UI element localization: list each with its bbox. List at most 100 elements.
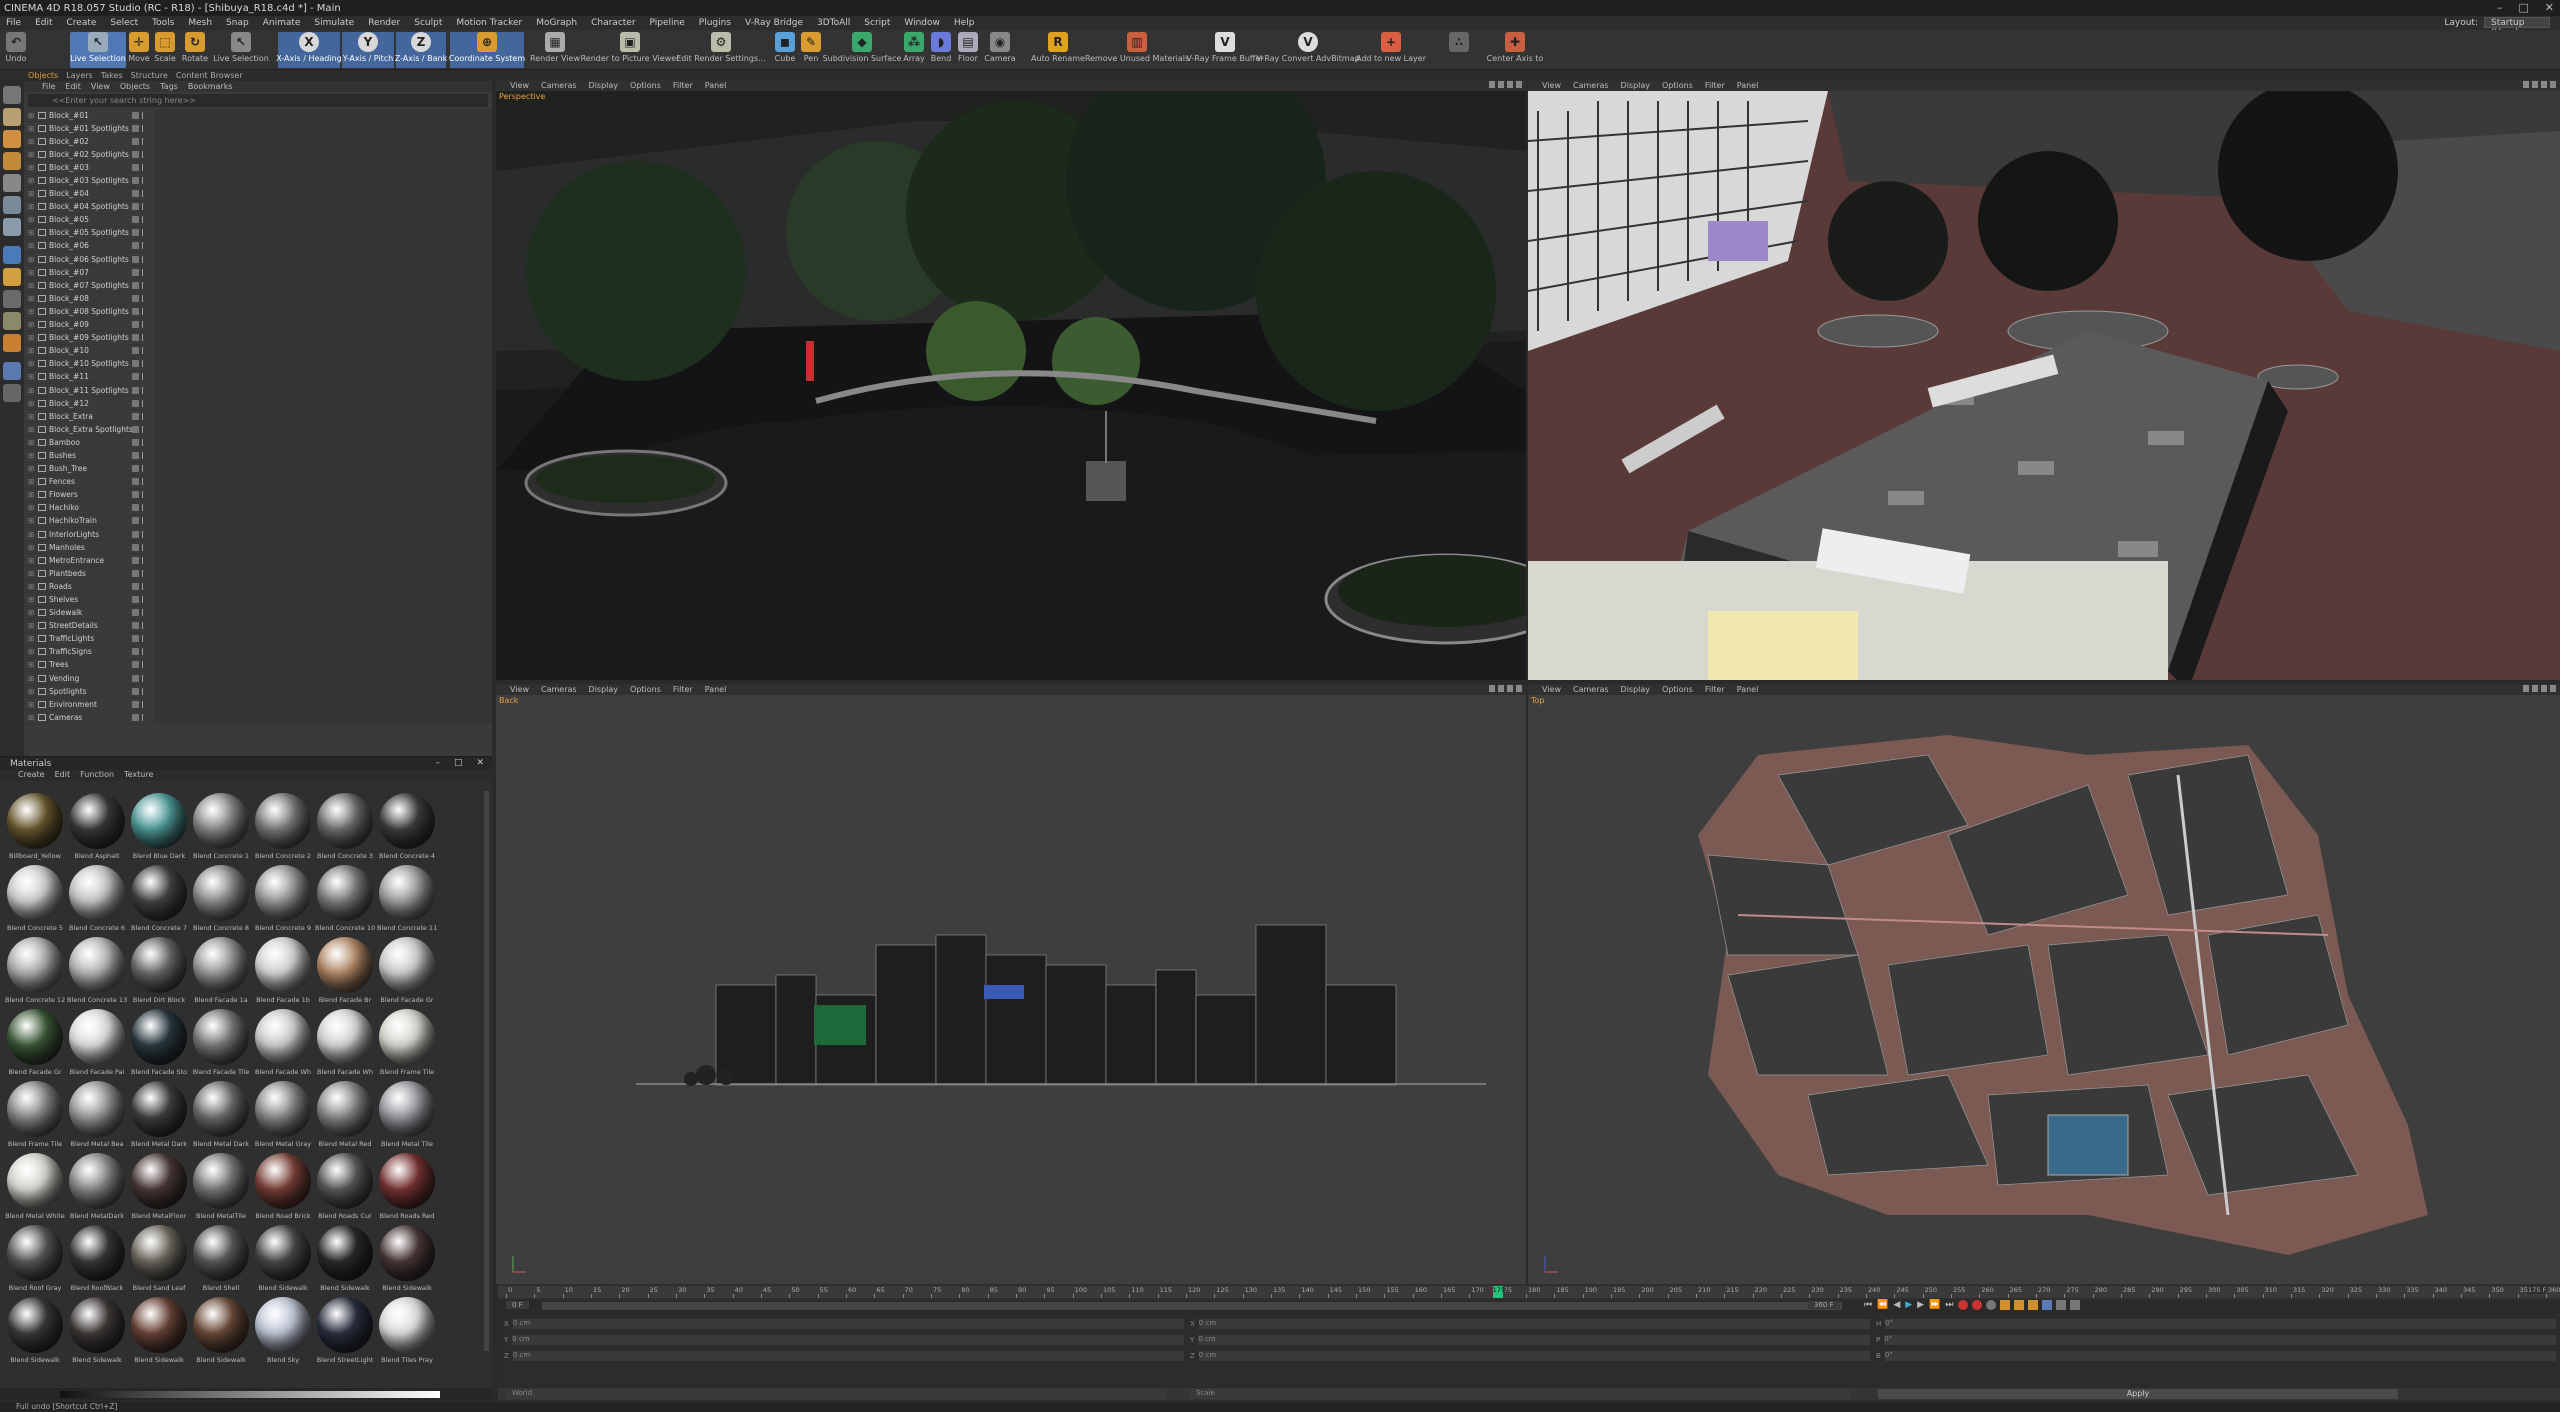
object-row[interactable]: ⊞ Block_#06 Spotlights [24,253,492,267]
visibility-dots-icon[interactable] [142,268,146,276]
autokey-icon[interactable] [1972,1300,1982,1310]
close-icon[interactable]: ✕ [2545,1,2554,14]
material-swatch[interactable]: Blend Sidewalk [314,1221,376,1293]
vp3-menu-cameras[interactable]: Cameras [541,685,577,694]
object-row[interactable]: ⊞ Block_#04 Spotlights [24,200,492,214]
material-swatch[interactable]: Blend MetalDark [66,1149,128,1221]
layer-color-icon[interactable] [132,307,139,315]
object-row[interactable]: ⊞ Block_#02 [24,135,492,149]
rot-p-field[interactable]: 0° [1884,1335,2556,1345]
expand-icon[interactable]: ⊞ [28,412,38,421]
layer-color-icon[interactable] [132,438,139,446]
object-row[interactable]: ⊞ Block_#01 [24,109,492,123]
visibility-dots-icon[interactable] [142,163,146,171]
material-swatch[interactable]: Blend Metal Red [314,1077,376,1149]
om-menu-objects[interactable]: Objects [120,82,150,91]
object-row[interactable]: ⊞ Block_#07 [24,266,492,280]
object-row[interactable]: ⊞ Environment [24,698,492,712]
material-swatch[interactable]: Blend MetalFloor [128,1149,190,1221]
object-row[interactable]: ⊞ Flowers [24,488,492,502]
object-row[interactable]: ⊞ HachikoTrain [24,514,492,528]
visibility-dots-icon[interactable] [142,491,146,499]
live-selection-button[interactable]: ↖ Live Selection [70,32,126,68]
visibility-dots-icon[interactable] [142,203,146,211]
visibility-dots-icon[interactable] [142,386,146,394]
make-editable-icon[interactable] [3,86,21,104]
minimize-icon[interactable]: – [2497,1,2503,14]
viewport-perspective[interactable]: View Cameras Display Options Filter Pane… [496,80,1526,680]
material-swatch[interactable]: Blend Facade Pai [66,1005,128,1077]
layer-color-icon[interactable] [132,190,139,198]
expand-icon[interactable]: ⊞ [28,241,38,250]
menu-mesh[interactable]: Mesh [188,18,212,28]
expand-icon[interactable]: ⊞ [28,346,38,355]
x-axis-button[interactable]: X X-Axis / Heading [276,32,342,68]
vray-frame-buffer-button[interactable]: V V-Ray Frame Buffer [1186,32,1264,68]
array-button[interactable]: ⁂ Array [902,32,926,68]
expand-icon[interactable]: ⊞ [28,582,38,591]
vp2-menu-display[interactable]: Display [1621,81,1651,90]
visibility-dots-icon[interactable] [142,111,146,119]
expand-icon[interactable]: ⊞ [28,215,38,224]
scale-button[interactable]: ⬚ Scale [154,32,176,68]
visibility-dots-icon[interactable] [142,373,146,381]
tab-objects[interactable]: Objects [28,71,58,80]
param-key-icon[interactable] [2042,1300,2052,1310]
layer-color-icon[interactable] [132,399,139,407]
visibility-dots-icon[interactable] [142,255,146,263]
undo-button[interactable]: ↶ Undo [4,32,28,68]
bend-button[interactable]: ◗ Bend [930,32,952,68]
expand-icon[interactable]: ⊞ [28,543,38,552]
layer-color-icon[interactable] [132,648,139,656]
expand-icon[interactable]: ⊞ [28,281,38,290]
menu-plugins[interactable]: Plugins [699,18,731,28]
vp1-nav-controls[interactable] [1489,81,1522,88]
visibility-dots-icon[interactable] [142,451,146,459]
menu-tools[interactable]: Tools [152,18,174,28]
visibility-dots-icon[interactable] [142,582,146,590]
y-axis-button[interactable]: Y Y-Axis / Pitch [342,32,394,68]
layer-color-icon[interactable] [132,596,139,604]
vp4-nav-controls[interactable] [2523,685,2556,692]
mat-menu-function[interactable]: Function [80,770,114,781]
vp3-menu-filter[interactable]: Filter [673,685,693,694]
size-z-field[interactable]: 0 cm [1198,1351,1870,1361]
material-swatch[interactable]: Blend Facade Tile [190,1005,252,1077]
grid-icon[interactable] [3,362,21,380]
visibility-dots-icon[interactable] [142,242,146,250]
visibility-dots-icon[interactable] [142,648,146,656]
texture-mode-icon[interactable] [3,130,21,148]
expand-icon[interactable]: ⊞ [28,595,38,604]
material-swatch[interactable]: Blend Concrete 5 [4,861,66,933]
object-row[interactable]: ⊞ Block_Extra Spotlights [24,423,492,437]
expand-icon[interactable]: ⊞ [28,359,38,368]
expand-icon[interactable]: ⊞ [28,372,38,381]
expand-icon[interactable]: ⊞ [28,647,38,656]
viewport-back[interactable]: View Cameras Display Options Filter Pane… [496,684,1526,1284]
layer-color-icon[interactable] [132,373,139,381]
menu-window[interactable]: Window [904,18,940,28]
object-row[interactable]: ⊞ Block_#11 [24,370,492,384]
vp4-menu-display[interactable]: Display [1621,685,1651,694]
visibility-dots-icon[interactable] [142,150,146,158]
visibility-dots-icon[interactable] [142,465,146,473]
rot-key-icon[interactable] [2028,1300,2038,1310]
mat-menu-create[interactable]: Create [18,770,45,781]
timeline-menu-icon[interactable] [2070,1300,2080,1310]
menu-pipeline[interactable]: Pipeline [650,18,685,28]
prev-key-icon[interactable]: ⏪ [1877,1300,1888,1310]
cube-button[interactable]: ◼ Cube [774,32,796,68]
live-selection-2-button[interactable]: ↖ Live Selection [213,32,269,68]
material-swatch[interactable]: Blend Tiles Pray [376,1293,438,1365]
object-row[interactable]: ⊞ Manholes [24,541,492,555]
material-swatch[interactable]: Blend Concrete 7 [128,861,190,933]
coordinate-system-button[interactable]: ⊕ Coordinate System [449,32,525,68]
material-swatch[interactable]: Blend Blue Dark [128,789,190,861]
expand-icon[interactable]: ⊞ [28,634,38,643]
object-row[interactable]: ⊞ Block_#06 [24,239,492,254]
move-button[interactable]: ✛ Move [128,32,150,68]
vp3-menu-display[interactable]: Display [589,685,619,694]
object-row[interactable]: ⊞ Block_#07 Spotlights [24,279,492,293]
visibility-dots-icon[interactable] [142,596,146,604]
polygons-mode-icon[interactable] [3,218,21,236]
